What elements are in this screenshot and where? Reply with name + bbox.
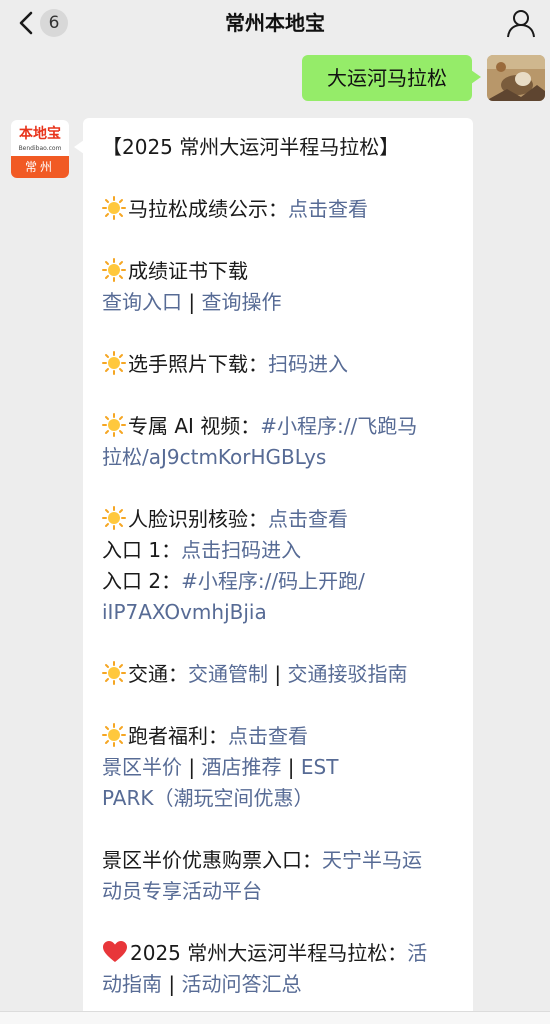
separator: | — [162, 972, 182, 996]
tickets-label: 景区半价优惠购票入口： — [102, 848, 322, 872]
ai-video-link[interactable]: #小程序://飞跑马 — [260, 414, 417, 438]
guide-link[interactable]: 活 — [407, 941, 427, 965]
sun-icon — [102, 723, 126, 747]
ai-video-line-2: 拉松/aJ9ctmKorHGBLys — [102, 442, 464, 473]
separator: | — [182, 290, 202, 314]
ai-video-label: 专属 AI 视频： — [128, 414, 261, 438]
shuttle-guide-link[interactable]: 交通接驳指南 — [287, 662, 407, 686]
results-link[interactable]: 点击查看 — [288, 197, 368, 221]
logo-domain: Bendibao.com — [18, 145, 62, 152]
sun-icon — [102, 506, 126, 530]
traffic-line: 交通：交通管制 | 交通接驳指南 — [102, 659, 464, 690]
face-check-line: 人脸识别核验：点击查看 — [102, 504, 464, 535]
guide-link-cont[interactable]: 动指南 — [102, 972, 162, 996]
person-icon[interactable] — [504, 6, 538, 40]
ai-video-link-cont[interactable]: 拉松/aJ9ctmKorHGBLys — [102, 445, 326, 469]
faq-link[interactable]: 活动问答汇总 — [181, 972, 301, 996]
sun-icon — [102, 661, 126, 685]
face-check-label: 人脸识别核验： — [128, 507, 268, 531]
hotel-link[interactable]: 酒店推荐 — [201, 755, 281, 779]
tickets-link-cont[interactable]: 动员专享活动平台 — [102, 879, 262, 903]
tickets-link[interactable]: 天宁半马运 — [322, 848, 422, 872]
logo-city: 常州 — [11, 156, 69, 178]
entry2-label: 入口 2： — [102, 569, 182, 593]
heart-icon — [103, 941, 127, 962]
scenic-half-price-link[interactable]: 景区半价 — [102, 755, 182, 779]
bendibao-logo: 本地宝 Bendibao.com — [11, 120, 69, 156]
my-message-bubble[interactable]: 大运河马拉松 — [302, 55, 481, 101]
chevron-left-icon[interactable] — [12, 8, 42, 38]
entry1-link[interactable]: 点击扫码进入 — [181, 538, 301, 562]
message-heading: 【2025 常州大运河半程马拉松】 — [102, 135, 400, 159]
sun-icon — [102, 351, 126, 375]
query-guide-link[interactable]: 查询操作 — [201, 290, 281, 314]
chat-title: 常州本地宝 — [225, 11, 325, 35]
entry2-line: 入口 2：#小程序://码上开跑/ — [102, 566, 464, 597]
user-avatar-image — [487, 55, 545, 101]
face-check-link[interactable]: 点击查看 — [268, 507, 348, 531]
benefits-links-2: PARK（潮玩空间优惠） — [102, 783, 464, 814]
guide-line-2: 动指南 | 活动问答汇总 — [102, 969, 464, 1000]
guide-line: 2025 常州大运河半程马拉松：活 — [102, 938, 464, 969]
guide-label: 2025 常州大运河半程马拉松： — [130, 941, 408, 965]
results-line: 马拉松成绩公示：点击查看 — [102, 194, 464, 225]
benefits-line: 跑者福利：点击查看 — [102, 721, 464, 752]
chat-header: 6 常州本地宝 — [0, 0, 550, 46]
separator: | — [268, 662, 288, 686]
ai-video-line: 专属 AI 视频：#小程序://飞跑马 — [102, 411, 464, 442]
entry1-line: 入口 1：点击扫码进入 — [102, 535, 464, 566]
tickets-line-2: 动员专享活动平台 — [102, 876, 464, 907]
separator: | — [281, 755, 301, 779]
entry2-link-cont[interactable]: iIP7AXOvmhjBjia — [102, 600, 267, 624]
sun-icon — [102, 258, 126, 282]
logo-name: 本地宝 — [19, 126, 61, 142]
benefits-label: 跑者福利： — [128, 724, 228, 748]
entry1-label: 入口 1： — [102, 538, 182, 562]
query-entry-link[interactable]: 查询入口 — [102, 290, 182, 314]
message-content: 【2025 常州大运河半程马拉松】 马拉松成绩公示：点击查看 成绩证书下载 查询… — [102, 132, 464, 1000]
results-label: 马拉松成绩公示： — [128, 197, 288, 221]
certificate-links: 查询入口 | 查询操作 — [102, 287, 464, 318]
bendibao-avatar[interactable]: 本地宝 Bendibao.com 常州 — [11, 120, 69, 178]
est-park-link-cont[interactable]: PARK（潮玩空间优惠） — [102, 786, 313, 810]
bot-message-bubble: 【2025 常州大运河半程马拉松】 马拉松成绩公示：点击查看 成绩证书下载 查询… — [74, 118, 473, 1023]
photos-link[interactable]: 扫码进入 — [268, 352, 348, 376]
traffic-label: 交通： — [128, 662, 188, 686]
sun-icon — [102, 196, 126, 220]
benefits-links: 景区半价 | 酒店推荐 | EST — [102, 752, 464, 783]
unread-count-badge[interactable]: 6 — [40, 9, 68, 37]
benefits-link[interactable]: 点击查看 — [228, 724, 308, 748]
input-bar[interactable] — [0, 1011, 550, 1024]
entry2-link[interactable]: #小程序://码上开跑/ — [181, 569, 365, 593]
photos-line: 选手照片下载：扫码进入 — [102, 349, 464, 380]
photos-label: 选手照片下载： — [128, 352, 268, 376]
est-park-link[interactable]: EST — [301, 755, 339, 779]
certificate-line: 成绩证书下载 — [102, 256, 464, 287]
tickets-line: 景区半价优惠购票入口：天宁半马运 — [102, 845, 464, 876]
separator: | — [182, 755, 202, 779]
user-avatar[interactable] — [487, 55, 545, 101]
sun-icon — [102, 413, 126, 437]
traffic-control-link[interactable]: 交通管制 — [188, 662, 268, 686]
certificate-label: 成绩证书下载 — [128, 259, 248, 283]
entry2-line-2: iIP7AXOvmhjBjia — [102, 597, 464, 628]
